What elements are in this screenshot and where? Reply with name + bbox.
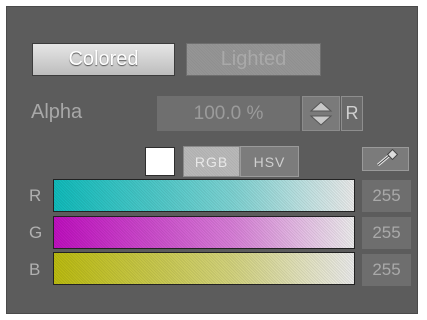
alpha-spinner[interactable] [302,96,340,131]
lighted-button[interactable]: Lighted [186,43,321,76]
hsv-mode-button[interactable]: HSV [240,146,299,177]
channel-b-slider[interactable] [53,252,355,285]
channel-r-label: R [29,186,42,205]
channel-r-slider[interactable] [53,179,355,212]
rgb-mode-button[interactable]: RGB [183,146,240,177]
eyedropper-icon [376,149,398,167]
color-swatch[interactable] [145,147,175,176]
alpha-field[interactable]: 100.0 % [157,96,300,131]
channel-g-label: G [29,223,43,242]
alpha-label: Alpha [31,101,83,123]
color-picker-button[interactable] [362,147,409,171]
colored-button[interactable]: Colored [32,43,175,76]
alpha-reset-button[interactable]: R [341,96,363,131]
channel-b-value[interactable]: 255 [362,254,411,286]
spin-arrows-icon [309,101,333,126]
channel-g-value[interactable]: 255 [362,217,411,249]
channel-r-value[interactable]: 255 [362,180,411,212]
channel-b-label: B [29,260,41,279]
channel-g-slider[interactable] [53,216,355,249]
